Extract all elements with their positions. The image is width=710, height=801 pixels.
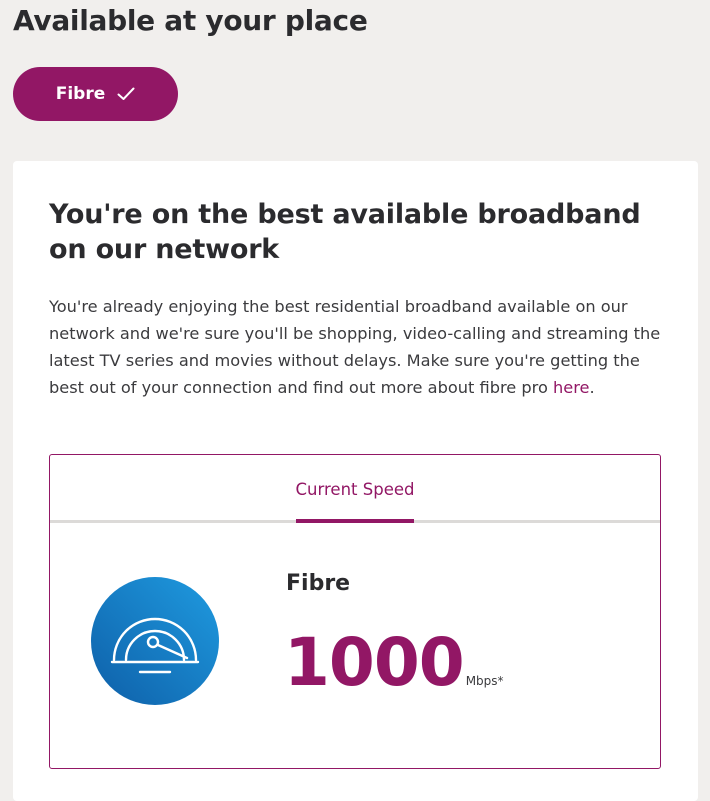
fibre-pro-link[interactable]: here xyxy=(553,378,589,397)
speed-panel: Current Speed Fibre 1000 Mbps* xyxy=(49,454,661,769)
fibre-filter-button[interactable]: Fibre xyxy=(13,67,178,121)
tab-active-indicator xyxy=(296,519,414,523)
page-title: Available at your place xyxy=(13,4,368,37)
broadband-info-card: You're on the best available broadband o… xyxy=(13,161,698,801)
speed-readout: 1000 Mbps* xyxy=(284,623,504,703)
checkmark-icon xyxy=(117,87,135,100)
tab-current-speed[interactable]: Current Speed xyxy=(296,455,415,523)
plan-name: Fibre xyxy=(286,571,351,596)
card-description: You're already enjoying the best residen… xyxy=(49,293,674,401)
fibre-filter-label: Fibre xyxy=(55,84,106,104)
card-heading: You're on the best available broadband o… xyxy=(49,199,641,265)
speedometer-icon xyxy=(90,576,220,706)
card-description-end: . xyxy=(589,378,595,397)
speed-unit: Mbps* xyxy=(465,674,504,688)
speed-value: 1000 xyxy=(284,624,465,701)
